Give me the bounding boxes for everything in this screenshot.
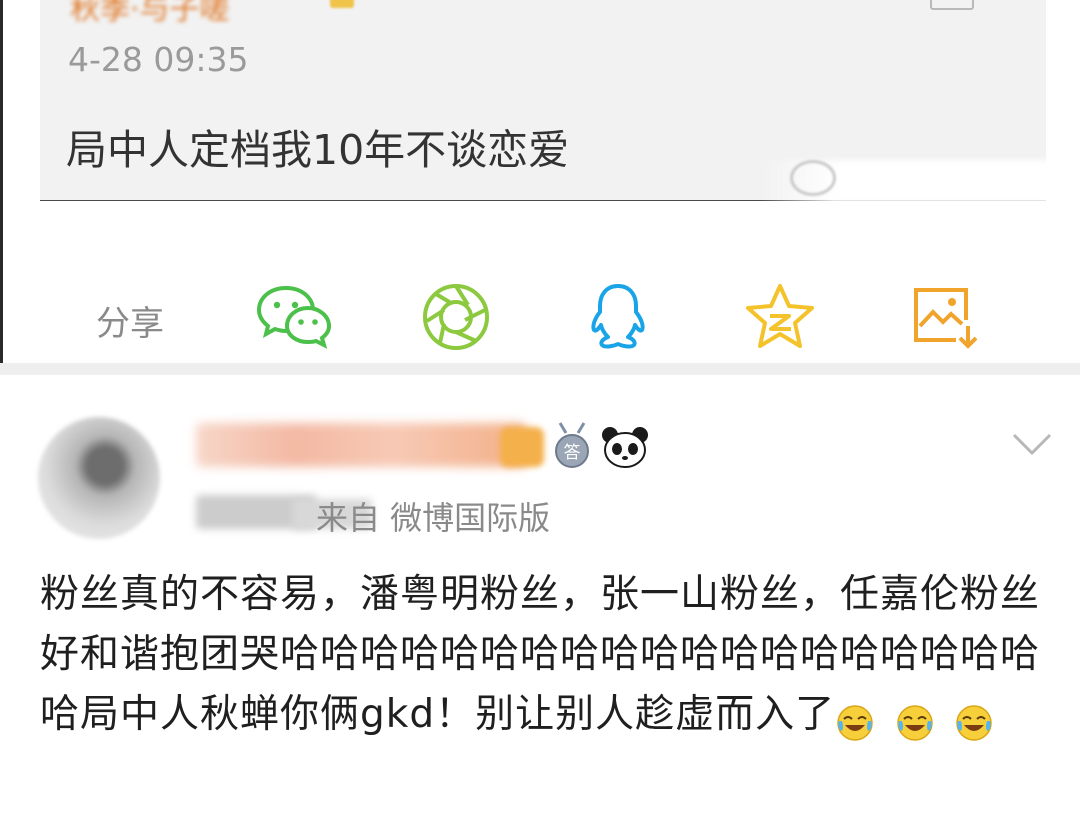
share-label: 分享 xyxy=(96,304,164,344)
qzone-icon[interactable] xyxy=(742,282,818,352)
quoted-time: 4-28 09:35 xyxy=(68,40,249,79)
post-source: 来自 微博国际版 xyxy=(316,499,551,537)
comment-text: 粉丝真的不容易，潘粤明粉丝，张一山粉丝，任嘉伦粉丝好和谐抱团哭哈哈哈哈哈哈哈哈哈… xyxy=(40,565,1040,751)
svg-text:答: 答 xyxy=(564,443,581,463)
avatar[interactable] xyxy=(38,417,160,539)
save-image-icon[interactable] xyxy=(906,282,982,352)
vip-badge xyxy=(500,427,544,467)
more-icon[interactable] xyxy=(930,0,974,10)
author-badge xyxy=(330,0,354,8)
laugh-cry-icon xyxy=(837,704,873,741)
chevron-down-icon[interactable] xyxy=(1010,429,1054,459)
share-bar: 分享 xyxy=(0,268,1080,358)
wechat-icon[interactable] xyxy=(256,282,332,352)
laugh-cry-icon xyxy=(896,704,933,741)
section-divider xyxy=(0,363,1080,375)
comment-item[interactable]: 答 来自 微博国际版 粉丝真的不容易，潘粤明粉丝，张一山粉丝，任嘉伦粉丝好和谐抱… xyxy=(0,375,1080,816)
emoji-row xyxy=(835,691,1000,751)
qq-icon[interactable] xyxy=(580,282,656,352)
quoted-text: 局中人定档我10年不谈恋爱 xyxy=(66,126,570,174)
moments-icon[interactable] xyxy=(418,282,494,352)
username[interactable] xyxy=(196,423,526,467)
watermark-logo xyxy=(790,160,836,196)
panda-icon xyxy=(600,425,650,469)
laugh-cry-icon xyxy=(956,704,992,741)
quoted-author[interactable]: 秋季·与子嗟 xyxy=(70,0,230,28)
answer-badge-icon: 答 xyxy=(552,421,592,471)
